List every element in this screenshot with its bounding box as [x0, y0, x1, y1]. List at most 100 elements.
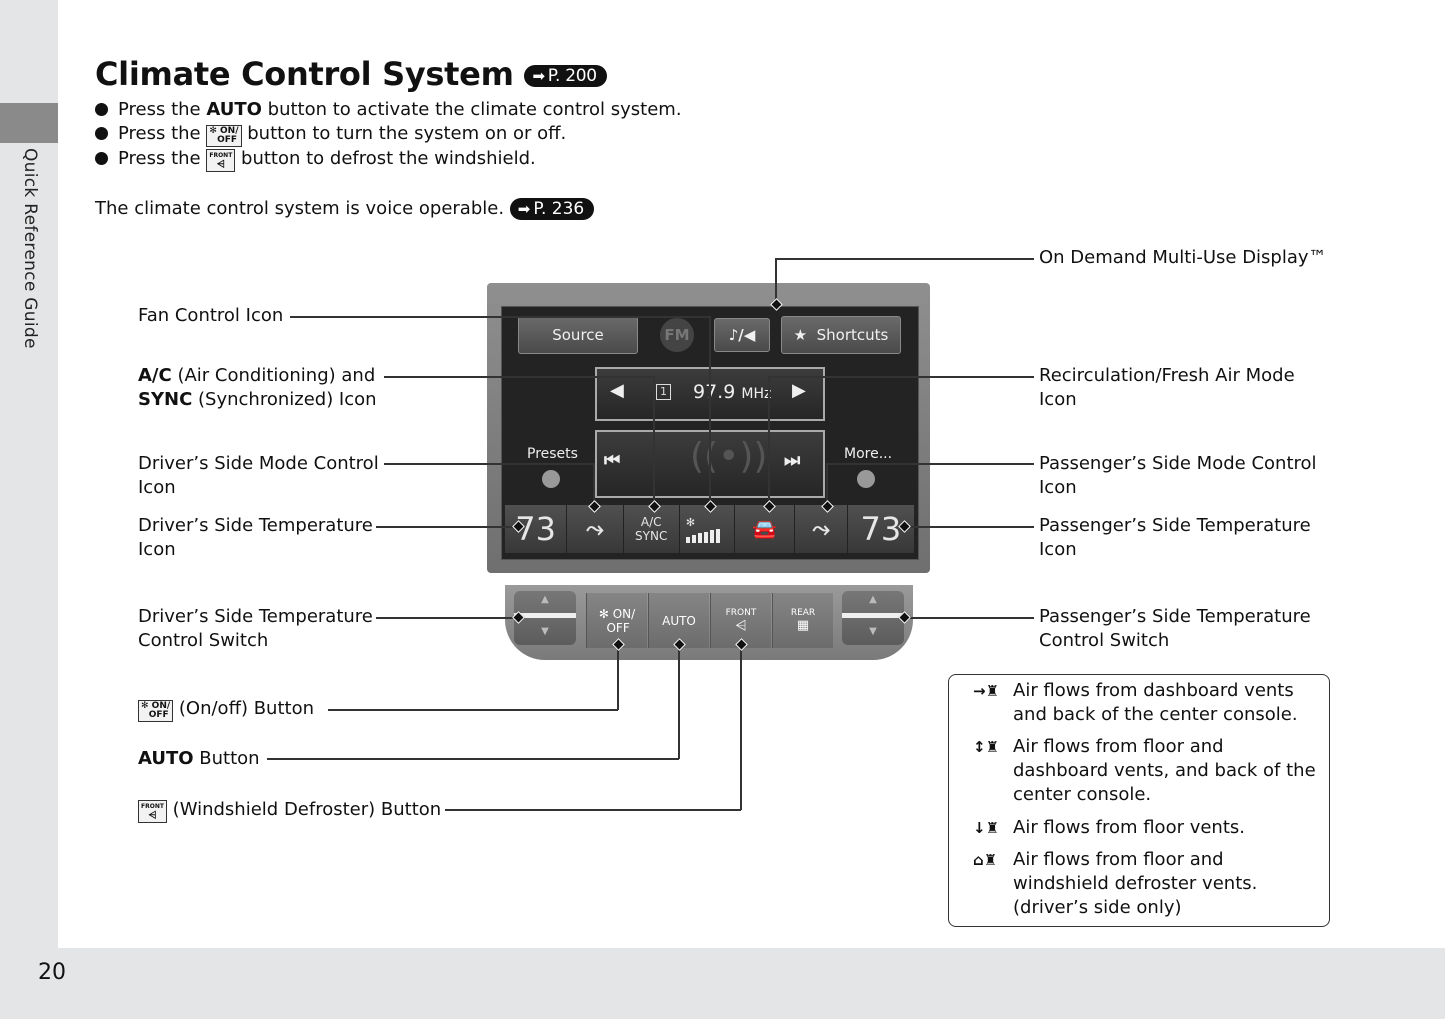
vent-floor-dash-icon: ↕♜ — [973, 738, 1000, 756]
page-number: 20 — [38, 960, 66, 985]
leader-line — [709, 316, 711, 506]
rear-defrost-icon: ▦ — [796, 618, 810, 633]
tune-up-button[interactable]: ▶ — [792, 380, 806, 401]
callout-auto: AUTO Button — [138, 748, 260, 769]
arrow-icon: ➡ — [517, 200, 531, 218]
front-defrost-icon: FRONT ⩤ — [138, 800, 167, 823]
leader-line — [328, 709, 618, 711]
sidebar-tab-marker — [0, 103, 58, 143]
legend-text: Air flows from dashboard vents and back … — [1013, 680, 1298, 725]
leader-line — [290, 316, 710, 318]
callout-display: On Demand Multi-Use Display™ — [1039, 247, 1327, 268]
bullet-item: Press the ✻ ON/ OFF button to turn the s… — [95, 122, 682, 147]
more-label[interactable]: More... — [844, 446, 892, 462]
driver-mode-icon[interactable]: ⤳ — [567, 505, 624, 553]
defrost-icon: ⩤ — [735, 617, 747, 634]
arrow-up-icon: ▲ — [541, 594, 549, 605]
footer — [0, 948, 1445, 1019]
arrow-down-icon: ▼ — [541, 626, 549, 637]
bullet-icon — [95, 152, 108, 165]
leader-line — [678, 644, 680, 759]
leader-line — [740, 644, 742, 810]
mode-legend-box: →♜ Air flows from dashboard vents and bac… — [948, 674, 1330, 927]
page-ref-text: P. 200 — [547, 66, 597, 86]
ac-sync-icon[interactable]: A/C SYNC — [623, 505, 680, 553]
bullet-text: button to turn the system on or off. — [241, 123, 567, 144]
fan-level-bar — [691, 534, 696, 543]
fan-level-bar — [715, 528, 720, 543]
frequency-display: 97.9 MHz — [693, 381, 771, 403]
voice-text: The climate control system is voice oper… — [95, 198, 505, 219]
star-icon: ★ — [793, 326, 817, 344]
callout-driver-mode: Driver’s Side Mode Control Icon — [138, 453, 379, 498]
callout-driver-temp: Driver’s Side Temperature Icon — [138, 515, 373, 560]
rear-defrost-button[interactable]: REAR ▦ — [772, 593, 833, 648]
front-defrost-icon: FRONT ⩤ — [206, 149, 236, 172]
voice-ref-text: P. 236 — [533, 199, 585, 219]
page-ref-link[interactable]: ➡ P. 200 — [524, 65, 607, 87]
arrow-up-icon: ▲ — [869, 594, 877, 605]
fan-control-icon[interactable]: ✻ — [679, 505, 736, 553]
callout-fan-control: Fan Control Icon — [138, 305, 284, 326]
seek-forward-button[interactable]: ⏭ — [784, 450, 800, 471]
leader-line — [445, 809, 741, 811]
shortcuts-label: Shortcuts — [816, 326, 889, 344]
page-title: Climate Control System ➡ P. 200 — [95, 55, 607, 93]
bullet-text: Press the — [118, 99, 207, 120]
frequency-unit: MHz — [741, 386, 772, 402]
switch-divider — [842, 613, 904, 618]
tune-down-button[interactable]: ◀ — [610, 380, 624, 401]
auto-label: AUTO — [662, 613, 696, 628]
passenger-temp-switch[interactable]: ▲ ▼ — [842, 591, 904, 645]
fan-icon: ✻ — [685, 515, 696, 529]
callout-on-off: ✻ ON/ OFF (On/off) Button — [138, 697, 314, 722]
bullet-bold: AUTO — [206, 99, 262, 120]
voice-ref-link[interactable]: ➡ P. 236 — [509, 198, 595, 220]
callout-passenger-temp: Passenger’s Side Temperature Icon — [1039, 515, 1311, 560]
leader-line — [384, 463, 594, 465]
frequency-value: 97.9 — [693, 381, 736, 403]
seek-back-button[interactable]: ⏮ — [604, 450, 620, 471]
source-button[interactable]: Source — [518, 316, 638, 354]
recirculation-icon[interactable]: 🚘 — [735, 505, 796, 553]
on-off-button-icon: ✻ ON/ OFF — [206, 125, 242, 147]
presets-knob-icon[interactable] — [542, 470, 560, 488]
bullet-icon — [95, 103, 108, 116]
more-knob-icon[interactable] — [857, 470, 875, 488]
leader-line — [776, 258, 1034, 260]
leader-line — [384, 376, 654, 378]
sidebar-label: Quick Reference Guide — [20, 148, 40, 349]
leader-line — [904, 617, 1034, 619]
legend-text: Air flows from floor vents. — [1013, 817, 1245, 838]
callout-defrost: FRONT ⩤ (Windshield Defroster) Button — [138, 798, 441, 823]
on-off-label: ✻ ON/ OFF — [598, 606, 636, 635]
arrow-icon: ➡ — [532, 67, 545, 85]
bullet-icon — [95, 127, 108, 140]
arrow-down-icon: ▼ — [869, 626, 877, 637]
leader-line — [617, 644, 619, 710]
fm-icon: FM — [660, 318, 694, 352]
bullet-item: Press the FRONT ⩤ button to defrost the w… — [95, 147, 682, 172]
rear-label: REAR — [790, 608, 816, 618]
callout-ac-sync: A/C (Air Conditioning) and SYNC (Synchron… — [138, 365, 377, 410]
leader-line — [267, 758, 679, 760]
leader-line — [826, 463, 1034, 465]
callout-driver-switch: Driver’s Side Temperature Control Switch — [138, 606, 373, 651]
presets-label[interactable]: Presets — [527, 446, 578, 462]
callout-passenger-switch: Passenger’s Side Temperature Control Swit… — [1039, 606, 1311, 651]
audio-toggle-button[interactable]: ♪/◀ — [714, 318, 770, 352]
bullet-text: button to activate the climate control s… — [261, 99, 682, 120]
leader-line — [904, 526, 1034, 528]
fan-level-bar — [709, 530, 714, 543]
vent-floor-defrost-icon: ⌂♜ — [973, 851, 998, 869]
front-label: FRONT — [725, 607, 757, 618]
leader-line — [376, 526, 518, 528]
leader-line — [775, 258, 777, 303]
bullet-item: Press the AUTO button to activate the cl… — [95, 98, 682, 122]
fan-level-bar — [685, 536, 690, 543]
leader-line — [376, 617, 518, 619]
shortcuts-button[interactable]: ★ Shortcuts — [781, 316, 901, 354]
passenger-mode-icon[interactable]: ⤳ — [795, 505, 848, 553]
fan-level-bar — [703, 531, 708, 543]
bullet-text: Press the — [118, 148, 207, 169]
